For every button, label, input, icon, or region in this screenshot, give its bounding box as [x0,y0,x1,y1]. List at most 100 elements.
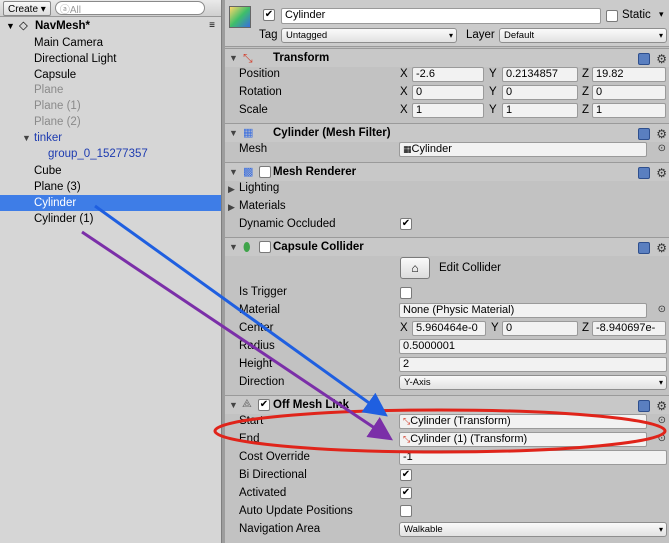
component-settings-icon[interactable]: ⚙ [656,52,667,66]
edit-collider-icon: ⌂ [411,261,419,275]
help-book-icon[interactable] [638,53,651,65]
direction-dropdown[interactable]: Y-Axis ▾ [399,375,667,390]
collapse-triangle-icon[interactable]: ▼ [229,400,238,410]
bi-directional-label: Bi Directional [239,469,307,481]
hierarchy-toolbar: Create ▾ ⓐAll [0,0,221,17]
list-item[interactable]: Plane (3) [0,179,221,195]
cost-override-field[interactable]: -1 [399,450,667,465]
center-x-field[interactable]: 5.960464e-0 [412,321,486,336]
transform-icon: ⤡ [243,51,253,65]
off-mesh-link-enable-checkbox[interactable]: ✔ [258,399,270,411]
list-item[interactable]: group_0_15277357 [0,146,221,162]
unity-scene-icon: ◇ [19,20,28,32]
list-item[interactable]: Directional Light [0,51,221,67]
navigation-area-dropdown[interactable]: Walkable ▾ [399,522,667,537]
component-settings-icon[interactable]: ⚙ [656,399,667,413]
center-z-field[interactable]: -8.940697e- [592,321,666,336]
off-mesh-link-icon: ⟁ [242,398,252,410]
scale-x-field[interactable]: 1 [412,103,484,118]
object-name-field[interactable]: Cylinder [281,8,601,24]
dynamic-occluded-checkbox[interactable]: ✔ [400,218,412,230]
center-label: Center [239,322,274,334]
radius-field[interactable]: 0.5000001 [399,339,667,354]
create-button[interactable]: Create ▾ [3,0,51,16]
expand-triangle-icon[interactable]: ▼ [6,18,15,34]
rotation-y-field[interactable]: 0 [502,85,578,100]
component-settings-icon[interactable]: ⚙ [656,166,667,180]
expand-triangle-icon[interactable]: ▶ [228,202,235,213]
gameobject-cube-icon [229,6,251,28]
scale-z-field[interactable]: 1 [592,103,666,118]
capsule-collider-enable-checkbox[interactable] [259,241,271,253]
help-book-icon[interactable] [638,167,651,179]
height-field[interactable]: 2 [399,357,667,372]
scene-menu-icon[interactable]: ≡ [209,18,215,34]
position-x-field[interactable]: -2.6 [412,67,484,82]
object-picker-icon[interactable]: ⊙ [658,304,666,315]
static-checkbox[interactable] [606,10,618,22]
auto-update-positions-label: Auto Update Positions [239,505,353,517]
start-transform-field[interactable]: ⤡Cylinder (Transform) [399,414,647,429]
position-z-field[interactable]: 19.82 [592,67,666,82]
center-y-field[interactable]: 0 [502,321,578,336]
mesh-renderer-enable-checkbox[interactable] [259,166,271,178]
mesh-renderer-icon: ▩ [243,166,254,178]
help-book-icon[interactable] [638,242,651,254]
collapse-triangle-icon[interactable]: ▼ [229,128,238,138]
edit-collider-button[interactable]: ⌂ [400,257,430,279]
off-mesh-link-header[interactable]: ▼ ⟁ ✔ Off Mesh Link ⚙ [225,395,669,414]
material-label: Material [239,304,280,316]
object-picker-icon[interactable]: ⊙ [658,143,666,154]
capsule-collider-header[interactable]: ▼ ⬮ Capsule Collider ⚙ [225,237,669,256]
hierarchy-search-input[interactable]: ⓐAll [54,1,205,16]
list-item[interactable]: Cube [0,163,221,179]
height-label: Height [239,358,273,370]
list-item[interactable]: Plane [0,82,221,98]
layer-dropdown[interactable]: Default ▾ [499,28,667,43]
help-book-icon[interactable] [638,128,651,140]
mesh-renderer-header[interactable]: ▼ ▩ Mesh Renderer ⚙ [225,162,669,181]
list-item-selected[interactable]: Cylinder [0,195,221,211]
tag-dropdown[interactable]: Untagged ▾ [281,28,457,43]
active-checkbox[interactable]: ✔ [263,9,275,21]
rotation-x-field[interactable]: 0 [412,85,484,100]
component-settings-icon[interactable]: ⚙ [656,127,667,141]
static-dropdown-icon[interactable]: ▾ [659,9,664,20]
expand-triangle-icon[interactable]: ▼ [22,130,31,146]
mesh-filter-icon: ▦ [243,127,254,139]
object-picker-icon[interactable]: ⊙ [658,415,666,426]
mesh-object-field[interactable]: ▦Cylinder [399,142,647,157]
list-item[interactable]: Plane (2) [0,114,221,130]
mesh-filter-header[interactable]: ▼ ▦ Cylinder (Mesh Filter) ⚙ [225,123,669,142]
position-y-field[interactable]: 0.2134857 [502,67,578,82]
rotation-z-field[interactable]: 0 [592,85,666,100]
auto-update-positions-checkbox[interactable] [400,505,412,517]
activated-label: Activated [239,487,287,499]
transform-header[interactable]: ▼ ⤡ Transform ⚙ [225,48,669,67]
collapse-triangle-icon[interactable]: ▼ [229,167,238,177]
expand-triangle-icon[interactable]: ▶ [228,184,235,195]
list-item[interactable]: Plane (1) [0,98,221,114]
list-item[interactable]: Cylinder (1) [0,211,221,227]
component-settings-icon[interactable]: ⚙ [656,241,667,255]
scale-y-field[interactable]: 1 [502,103,578,118]
list-item[interactable]: ▼ tinker [0,130,221,146]
physic-material-field[interactable]: None (Physic Material) [399,303,647,318]
help-book-icon[interactable] [638,400,651,412]
collapse-triangle-icon[interactable]: ▼ [229,242,238,252]
collapse-triangle-icon[interactable]: ▼ [229,53,238,63]
lighting-foldout[interactable]: Lighting [239,182,279,194]
hierarchy-panel: Create ▾ ⓐAll ▼ ◇ NavMesh* ≡ Main Camera… [0,0,221,543]
list-item[interactable]: Main Camera [0,35,221,51]
is-trigger-checkbox[interactable] [400,287,412,299]
scene-row[interactable]: ▼ ◇ NavMesh* ≡ [0,18,221,34]
materials-foldout[interactable]: Materials [239,200,286,212]
activated-checkbox[interactable]: ✔ [400,487,412,499]
list-item[interactable]: Capsule [0,67,221,83]
position-label: Position [239,68,280,80]
scale-label: Scale [239,104,268,116]
rotation-label: Rotation [239,86,282,98]
bi-directional-checkbox[interactable]: ✔ [400,469,412,481]
end-transform-field[interactable]: ⤡Cylinder (1) (Transform) [399,432,647,447]
object-picker-icon[interactable]: ⊙ [658,433,666,444]
